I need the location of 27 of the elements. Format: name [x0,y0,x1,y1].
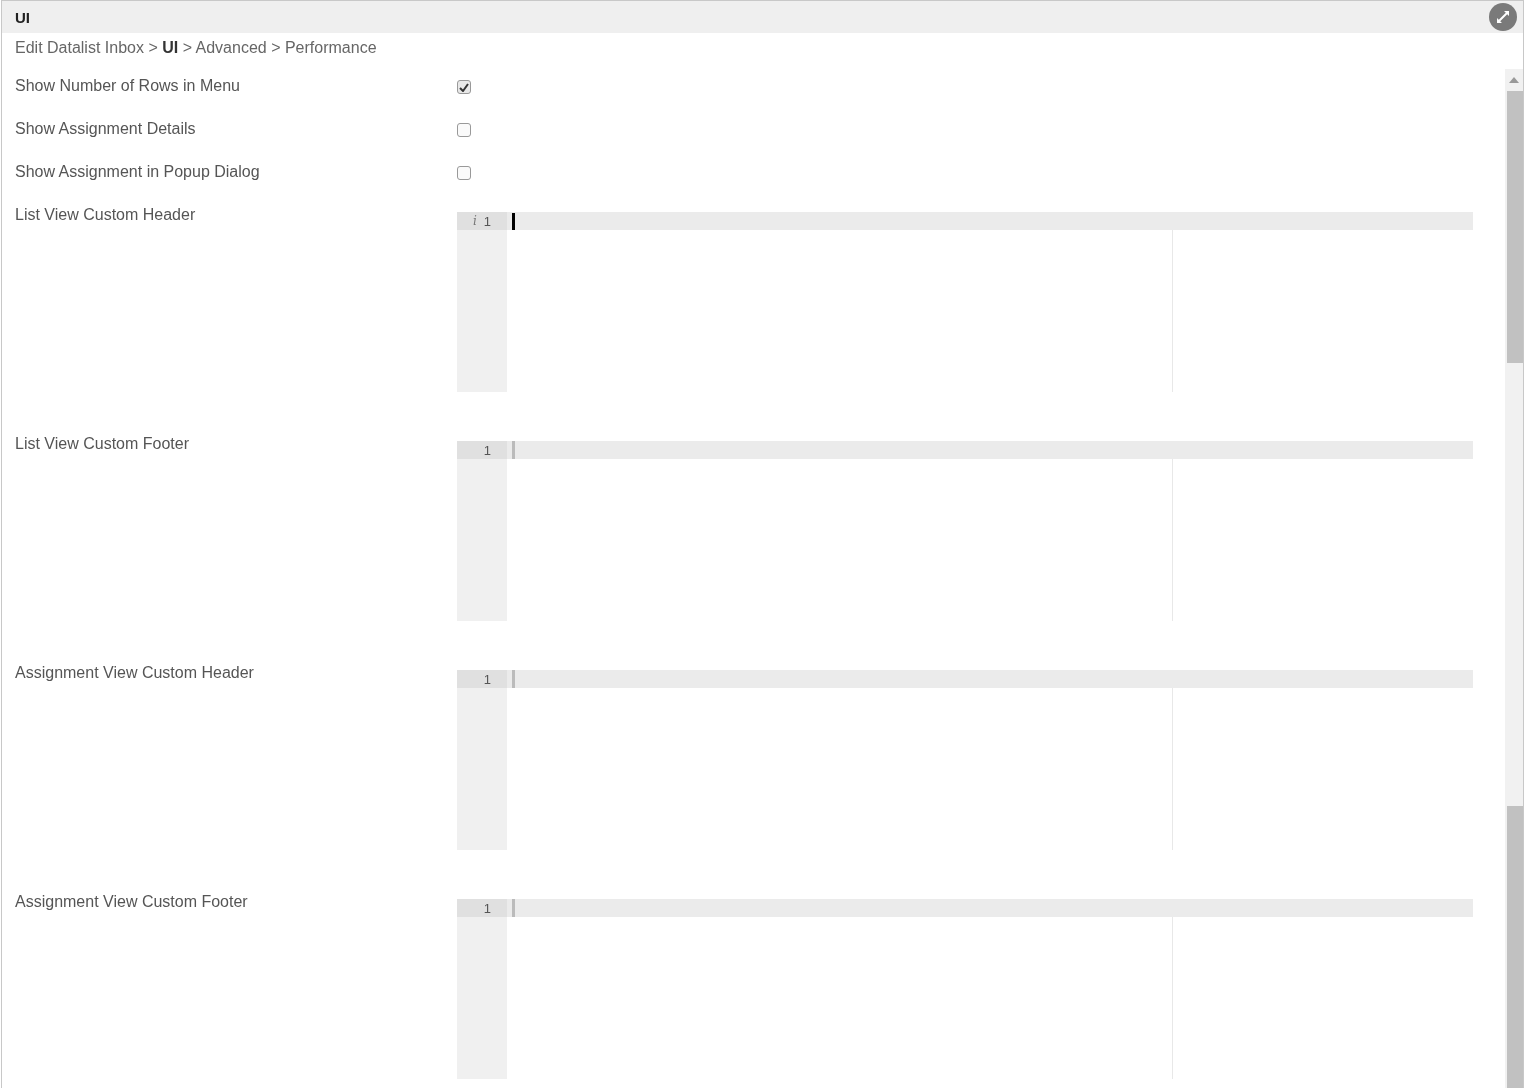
code-editor[interactable]: 1 [457,899,1473,1079]
setting-label: Show Assignment in Popup Dialog [15,163,261,182]
checkbox[interactable] [457,166,471,180]
line-number: 1 [483,213,491,229]
checkbox[interactable] [457,123,471,137]
code-editor[interactable]: 1 [457,670,1473,850]
expand-button[interactable] [1489,3,1517,31]
breadcrumb: Edit Datalist Inbox > UI > Advanced > Performance [14,38,378,58]
checkbox[interactable] [457,80,471,94]
expand-arrows-icon [1496,10,1510,24]
setting-label: Show Number of Rows in Menu [15,77,241,96]
scrollbar-thumb[interactable] [1507,806,1523,1088]
scroll-up-icon [1509,77,1519,83]
setting-label: Show Assignment Details [15,120,197,139]
info-marker: i [472,214,477,228]
line-number: 1 [483,442,491,458]
scrollbar[interactable] [1505,69,1523,1088]
panel-title: UI [15,8,30,26]
setting-label: List View Custom Footer [15,435,190,454]
setting-label: Assignment View Custom Footer [15,893,249,912]
line-number: 1 [483,671,491,687]
setting-label: List View Custom Header [15,206,197,225]
line-number: 1 [483,900,491,916]
setting-label: Assignment View Custom Header [15,664,255,683]
code-editor[interactable]: i 1 [457,212,1473,392]
scrollbar-thumb[interactable] [1507,91,1523,363]
code-editor[interactable]: 1 [457,441,1473,621]
